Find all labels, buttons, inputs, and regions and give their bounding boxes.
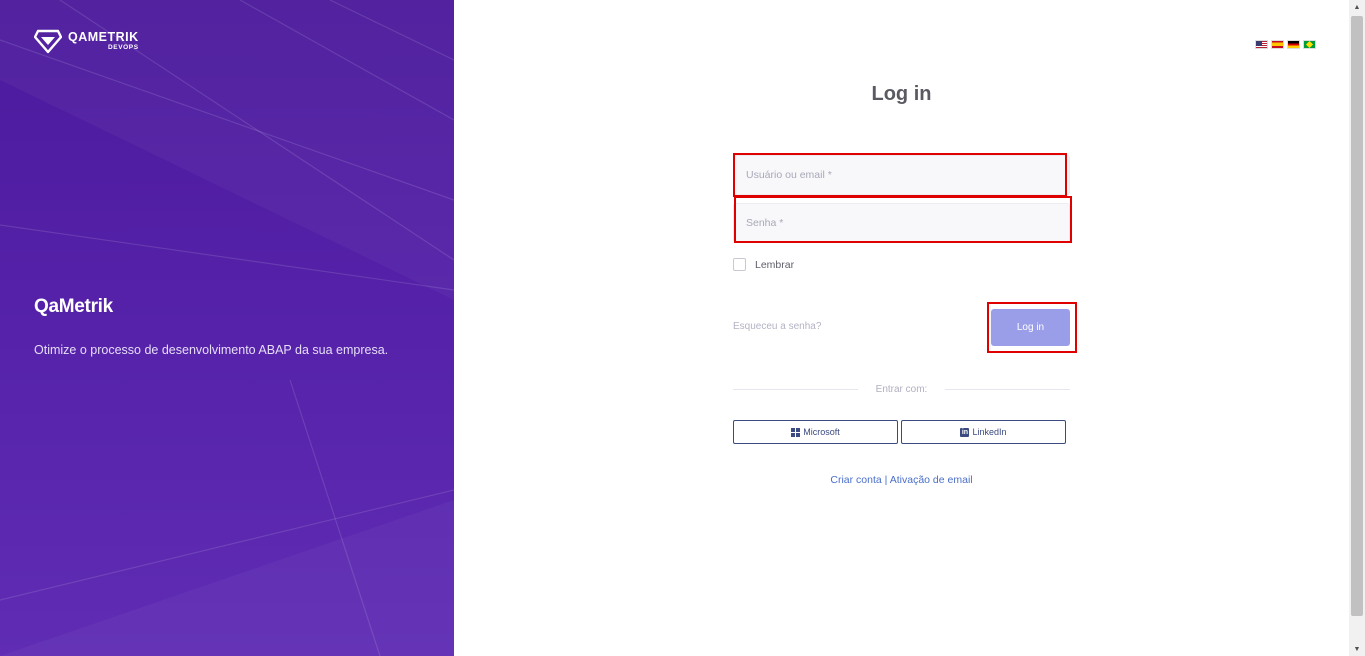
brand-title: QaMetrik [34,296,113,317]
password-input[interactable] [733,203,1070,243]
scroll-down-arrow-icon[interactable]: ▼ [1349,642,1365,656]
logo-sub-text: DEVOPS [107,43,139,51]
scroll-thumb[interactable] [1351,16,1363,616]
remember-checkbox[interactable] [733,258,746,271]
social-divider: Entrar com: [733,384,1070,395]
microsoft-label: Microsoft [803,427,840,437]
divider-label: Entrar com: [875,384,928,395]
brazil-flag-icon[interactable] [1303,40,1316,49]
scroll-up-arrow-icon[interactable]: ▲ [1349,0,1365,14]
divider-line-left [733,389,858,390]
microsoft-login-button[interactable]: Microsoft [733,420,898,444]
link-separator: | [884,474,888,486]
us-flag-icon[interactable] [1255,40,1268,49]
microsoft-icon [791,427,801,437]
email-activation-link[interactable]: Ativação de email [890,474,973,486]
background-lines [0,0,454,656]
forgot-password-link[interactable]: Esqueceu a senha? [733,321,821,332]
brand-panel: QAMETRIK DEVOPS QaMetrik Otimize o proce… [0,0,454,656]
linkedin-label: LinkedIn [972,427,1007,437]
login-panel: Log in Lembrar Esqueceu a senha? Log in … [454,0,1349,656]
brand-description: Otimize o processo de desenvolvimento AB… [34,343,389,357]
remember-label: Lembrar [755,258,795,271]
page-title: Log in [871,83,932,105]
linkedin-login-button[interactable]: in LinkedIn [901,420,1066,444]
remember-me[interactable]: Lembrar [733,258,794,271]
spain-flag-icon[interactable] [1271,40,1284,49]
account-links: Criar conta | Ativação de email [454,474,1349,486]
language-selector [1255,40,1316,49]
username-input[interactable] [733,155,1070,195]
login-button[interactable]: Log in [991,309,1070,346]
create-account-link[interactable]: Criar conta [830,474,881,486]
germany-flag-icon[interactable] [1287,40,1300,49]
linkedin-icon: in [960,427,970,437]
divider-line-right [945,389,1070,390]
logo-main-text: QAMETRIK [68,30,139,44]
page-scrollbar[interactable]: ▲ ▼ [1349,0,1365,656]
diamond-logo-icon [34,29,62,54]
qametrik-logo: QAMETRIK DEVOPS [34,28,139,54]
